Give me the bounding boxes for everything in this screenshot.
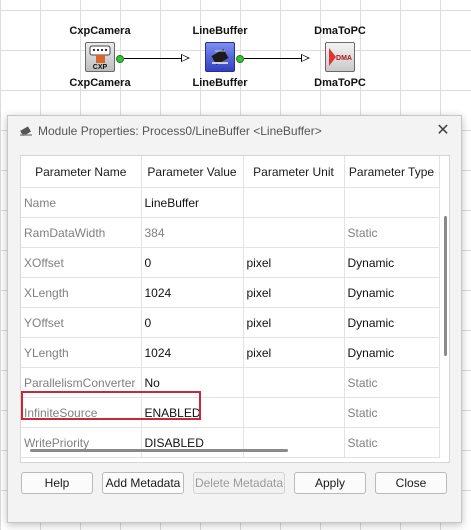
table-row[interactable]: RamDataWidth 384 Static xyxy=(21,217,440,248)
horizontal-scrollbar[interactable] xyxy=(30,449,288,452)
close-button[interactable]: Close xyxy=(375,472,447,494)
param-value[interactable]: 1024 xyxy=(141,277,244,308)
param-unit: pixel xyxy=(243,307,345,338)
table-row[interactable]: XLength 1024 pixel Dynamic xyxy=(21,277,440,308)
table-row[interactable]: YLength 1024 pixel Dynamic xyxy=(21,337,440,368)
node-cxpcamera[interactable]: CxpCamera CXP CxpCamera xyxy=(55,24,145,90)
parameter-grid: Parameter Name Parameter Value Parameter… xyxy=(20,155,450,463)
svg-text:CXP: CXP xyxy=(93,64,108,71)
param-type: Static xyxy=(344,427,440,458)
delete-metadata-button: Delete Metadata xyxy=(193,472,285,494)
module-icon xyxy=(18,124,34,138)
param-type: Dynamic xyxy=(344,337,440,368)
parameter-table: Parameter Name Parameter Value Parameter… xyxy=(21,156,440,458)
param-value[interactable]: 0 xyxy=(141,247,244,278)
arrow-icon xyxy=(181,54,190,62)
param-name: YLength xyxy=(21,337,142,368)
param-type: Dynamic xyxy=(344,277,440,308)
param-type: Static xyxy=(344,367,440,398)
param-type: Static xyxy=(344,397,440,428)
param-value[interactable]: DISABLED xyxy=(141,427,244,458)
param-name: XOffset xyxy=(21,247,142,278)
param-name: WritePriority xyxy=(21,427,142,458)
svg-text:DMA: DMA xyxy=(336,55,352,62)
table-row[interactable]: ParallelismConverter No Static xyxy=(21,367,440,398)
param-value: 384 xyxy=(141,217,244,248)
chip-icon[interactable] xyxy=(205,42,235,72)
param-unit xyxy=(243,217,345,248)
param-type xyxy=(344,187,440,218)
param-value[interactable]: ENABLED xyxy=(141,397,244,428)
help-button[interactable]: Help xyxy=(21,472,93,494)
param-value[interactable]: 1024 xyxy=(141,337,244,368)
vertical-scrollbar[interactable] xyxy=(444,216,447,356)
param-name: YOffset xyxy=(21,307,142,338)
table-row[interactable]: XOffset 0 pixel Dynamic xyxy=(21,247,440,278)
apply-button[interactable]: Apply xyxy=(294,472,366,494)
param-unit xyxy=(243,187,345,218)
arrow-icon xyxy=(301,54,310,62)
dialog-title: Module Properties: Process0/LineBuffer <… xyxy=(38,124,322,138)
param-type: Dynamic xyxy=(344,307,440,338)
dialog-titlebar[interactable]: Module Properties: Process0/LineBuffer <… xyxy=(8,116,461,146)
node-title: DmaToPC xyxy=(314,25,366,37)
node-title: LineBuffer xyxy=(192,25,248,37)
param-type: Dynamic xyxy=(344,247,440,278)
param-value[interactable]: 0 xyxy=(141,307,244,338)
camera-icon[interactable]: CXP xyxy=(85,42,115,72)
module-properties-dialog: Module Properties: Process0/LineBuffer <… xyxy=(7,115,462,523)
table-row[interactable]: WritePriority DISABLED Static xyxy=(21,427,440,458)
param-unit: pixel xyxy=(243,277,345,308)
table-row[interactable]: InfiniteSource ENABLED Static xyxy=(21,397,440,428)
add-metadata-button[interactable]: Add Metadata xyxy=(102,472,184,494)
column-header-name[interactable]: Parameter Name xyxy=(21,156,142,188)
param-unit: pixel xyxy=(243,337,345,368)
node-subtitle: CxpCamera xyxy=(69,77,131,89)
column-header-type[interactable]: Parameter Type xyxy=(344,156,440,188)
param-unit: pixel xyxy=(243,247,345,278)
column-header-value[interactable]: Parameter Value xyxy=(141,156,244,188)
output-port[interactable] xyxy=(116,55,124,63)
node-subtitle: DmaToPC xyxy=(314,77,366,89)
connection-wire xyxy=(244,58,301,59)
param-unit xyxy=(243,397,345,428)
param-name: Name xyxy=(21,187,142,218)
connection-wire xyxy=(124,58,181,59)
param-type: Static xyxy=(344,217,440,248)
close-icon[interactable]: ✕ xyxy=(434,122,452,140)
column-header-unit[interactable]: Parameter Unit xyxy=(243,156,345,188)
param-name: XLength xyxy=(21,277,142,308)
pipeline-canvas: CxpCamera CXP CxpCamera LineBuffer LineB… xyxy=(0,0,471,110)
param-name: ParallelismConverter xyxy=(21,367,142,398)
node-subtitle: LineBuffer xyxy=(192,77,248,89)
node-title: CxpCamera xyxy=(69,25,131,37)
output-port[interactable] xyxy=(236,55,244,63)
table-header-row: Parameter Name Parameter Value Parameter… xyxy=(21,156,440,188)
table-row[interactable]: YOffset 0 pixel Dynamic xyxy=(21,307,440,338)
table-row[interactable]: Name LineBuffer xyxy=(21,187,440,218)
param-unit xyxy=(243,427,345,458)
param-value[interactable]: No xyxy=(141,367,244,398)
param-value[interactable]: LineBuffer xyxy=(141,187,244,218)
param-name: InfiniteSource xyxy=(21,397,142,428)
param-unit xyxy=(243,367,345,398)
param-name: RamDataWidth xyxy=(21,217,142,248)
dma-icon[interactable]: DMA xyxy=(325,42,355,72)
